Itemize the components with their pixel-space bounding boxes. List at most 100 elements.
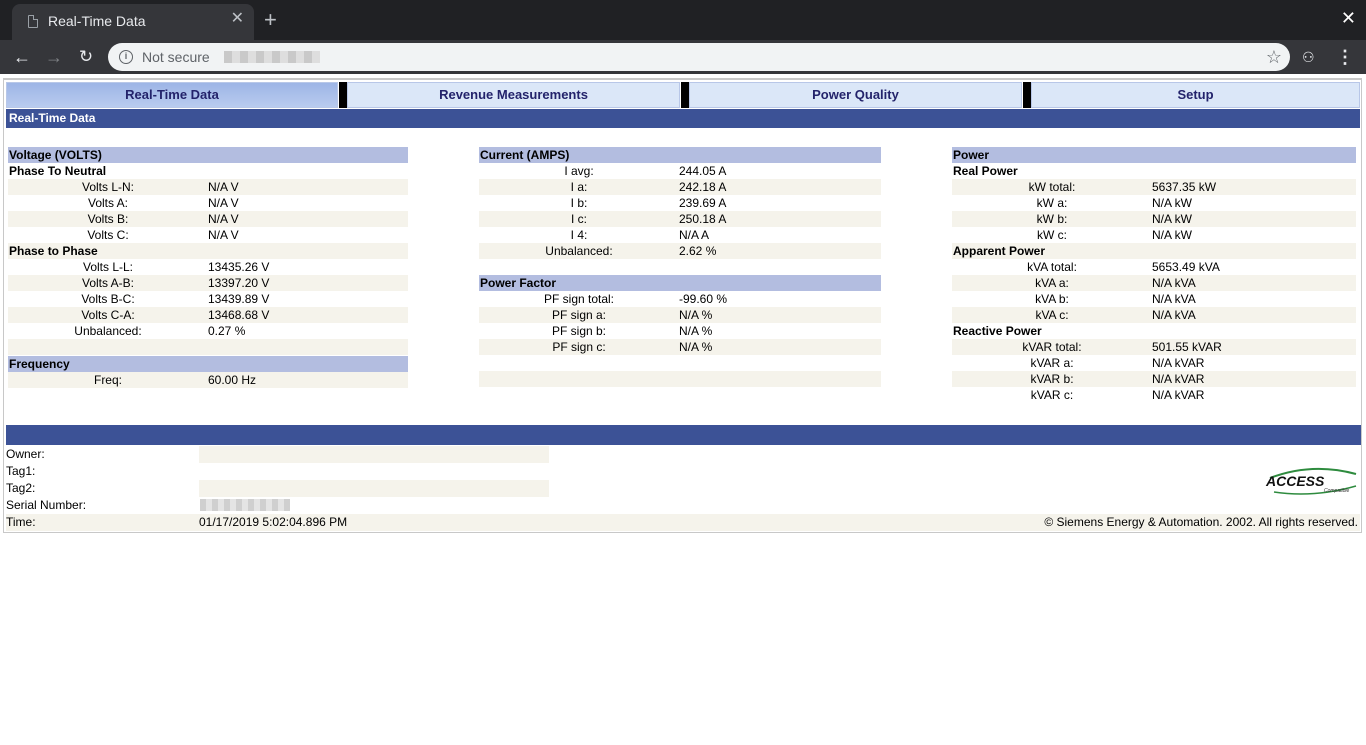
- row-value: N/A %: [679, 324, 713, 338]
- copyright-text: © Siemens Energy & Automation. 2002. All…: [548, 514, 1360, 531]
- row-label: kVA b:: [1035, 292, 1069, 306]
- page-icon: [28, 15, 38, 28]
- row-value: 13435.26 V: [208, 260, 270, 274]
- row-value: 239.69 A: [679, 196, 727, 210]
- voltage-header: Voltage (VOLTS): [8, 147, 408, 163]
- extension-icon[interactable]: ⚇: [1302, 48, 1315, 66]
- voltage-column: Voltage (VOLTS) Phase To Neutral Volts L…: [8, 147, 408, 388]
- back-icon[interactable]: ←: [10, 45, 34, 69]
- row-value: 13397.20 V: [208, 276, 270, 290]
- data-row: Volts A: N/A V: [8, 195, 408, 211]
- row-value: N/A kVAR: [1152, 372, 1205, 386]
- spacer-row: [8, 339, 408, 355]
- nav-separator: [1023, 82, 1031, 108]
- row-label: Volts C-A:: [81, 308, 135, 322]
- close-icon[interactable]: ✕: [231, 11, 244, 27]
- data-row: kW c: N/A kW: [952, 227, 1356, 243]
- row-value: 60.00 Hz: [208, 373, 257, 387]
- data-row: I 4: N/A A: [479, 227, 881, 243]
- tab-power-quality[interactable]: Power Quality: [689, 82, 1022, 108]
- data-row: kVAR b: N/A kVAR: [952, 371, 1356, 387]
- row-value: -99.60 %: [679, 292, 728, 306]
- time-row: Time: 01/17/2019 5:02:04.896 PM: [6, 514, 550, 531]
- owner-label: Owner:: [6, 447, 45, 461]
- forward-icon[interactable]: →: [42, 45, 66, 69]
- row-value: N/A V: [208, 212, 239, 226]
- meter-page: Real-Time Data Revenue Measurements Powe…: [3, 78, 1362, 533]
- redacted-url[interactable]: [224, 51, 320, 63]
- row-value: N/A kVAR: [1152, 388, 1205, 402]
- bookmark-star-icon[interactable]: ☆: [1266, 46, 1282, 68]
- tag1-row: Tag1:: [6, 463, 550, 480]
- tag2-label: Tag2:: [6, 481, 36, 495]
- browser-tab[interactable]: Real-Time Data ✕: [12, 4, 254, 40]
- row-label: I 4:: [570, 228, 588, 242]
- data-row: kVA total: 5653.49 kVA: [952, 259, 1356, 275]
- nav-separator: [681, 82, 689, 108]
- power-header: Power: [952, 147, 1356, 163]
- row-label: I c:: [570, 212, 587, 226]
- security-label[interactable]: Not secure: [142, 49, 210, 65]
- row-label: kW c:: [1037, 228, 1067, 242]
- data-row: kVA c: N/A kVA: [952, 307, 1356, 323]
- row-label: kVA total:: [1027, 260, 1077, 274]
- row-value: N/A kVA: [1152, 292, 1196, 306]
- data-row: PF sign a: N/A %: [479, 307, 881, 323]
- logo-text: ACCESS: [1265, 473, 1325, 489]
- row-label: Volts B-C:: [81, 292, 135, 306]
- tab-real-time-data[interactable]: Real-Time Data: [6, 82, 338, 108]
- row-value: 244.05 A: [679, 164, 727, 178]
- browser-titlebar: Real-Time Data ✕ + ✕: [0, 0, 1366, 40]
- row-label: kVA c:: [1035, 308, 1069, 322]
- redacted-serial-number: [200, 499, 290, 511]
- row-value: N/A V: [208, 180, 239, 194]
- row-label: kW a:: [1036, 196, 1068, 210]
- owner-row: Owner:: [6, 446, 550, 463]
- nav-separator: [339, 82, 347, 108]
- window-close-icon[interactable]: ✕: [1341, 9, 1356, 27]
- row-value: N/A V: [208, 228, 239, 242]
- row-label: Volts A:: [87, 196, 129, 210]
- row-label: I b:: [570, 196, 588, 210]
- data-row: kVAR a: N/A kVAR: [952, 355, 1356, 371]
- data-row: Freq: 60.00 Hz: [8, 372, 408, 388]
- row-value: 5653.49 kVA: [1152, 260, 1220, 274]
- owner-value: [199, 446, 549, 463]
- new-tab-icon[interactable]: +: [264, 9, 277, 31]
- row-label: PF sign total:: [543, 292, 615, 306]
- row-value: 13468.68 V: [208, 308, 270, 322]
- data-row: PF sign total: -99.60 %: [479, 291, 881, 307]
- row-label: kW total:: [1028, 180, 1076, 194]
- logo-subtext: Compatible: [1324, 488, 1350, 494]
- data-row: kW a: N/A kW: [952, 195, 1356, 211]
- info-icon[interactable]: i: [119, 50, 133, 64]
- apparent-power-header: Apparent Power: [952, 243, 1356, 259]
- row-value: N/A kVA: [1152, 308, 1196, 322]
- reload-icon[interactable]: ↻: [74, 45, 98, 69]
- row-label: kW b:: [1036, 212, 1068, 226]
- time-value: 01/17/2019 5:02:04.896 PM: [199, 515, 348, 529]
- tab-setup[interactable]: Setup: [1031, 82, 1360, 108]
- data-row: kW total: 5637.35 kW: [952, 179, 1356, 195]
- row-value: N/A kW: [1152, 212, 1193, 226]
- row-value: N/A A: [679, 228, 710, 242]
- data-row: kVA a: N/A kVA: [952, 275, 1356, 291]
- row-value: 2.62 %: [679, 244, 717, 258]
- phase-neutral-header: Phase To Neutral: [9, 164, 107, 178]
- row-label: kVAR c:: [1030, 388, 1074, 402]
- spacer-row: [479, 259, 881, 275]
- current-column: Current (AMPS) I avg: 244.05 A I a: 242.18…: [479, 147, 881, 387]
- row-value: N/A kVA: [1152, 276, 1196, 290]
- tab-revenue-measurements[interactable]: Revenue Measurements: [347, 82, 680, 108]
- tab-title: Real-Time Data: [48, 13, 146, 29]
- reactive-power-header: Reactive Power: [953, 324, 1042, 338]
- menu-icon[interactable]: ⋮: [1336, 45, 1354, 69]
- section-title: Real-Time Data: [6, 109, 1360, 128]
- row-label: PF sign a:: [551, 308, 607, 322]
- data-row: Volts B-C: 13439.89 V: [8, 291, 408, 307]
- address-bar[interactable]: i Not secure ☆: [108, 43, 1290, 71]
- row-label: Freq:: [93, 373, 122, 387]
- power-factor-header: Power Factor: [479, 275, 881, 291]
- row-value: 0.27 %: [208, 324, 246, 338]
- row-value: N/A kW: [1152, 228, 1193, 242]
